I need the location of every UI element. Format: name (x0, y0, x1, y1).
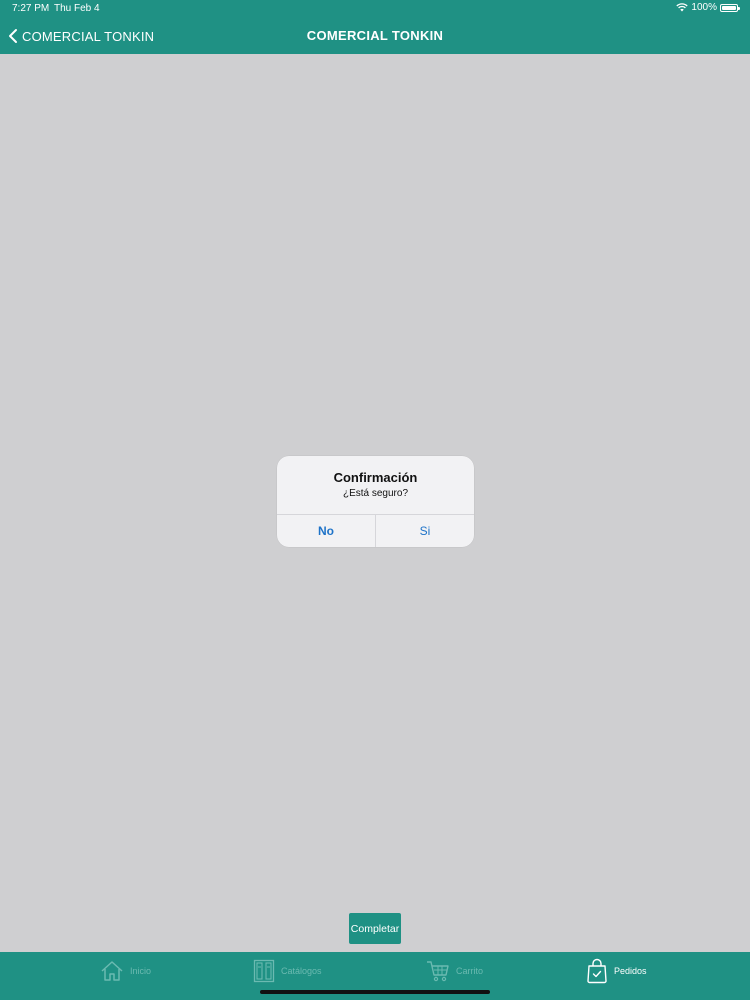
tab-label: Carrito (456, 966, 484, 976)
shopping-bag-icon (587, 958, 607, 984)
status-date: Thu Feb 4 (54, 3, 100, 14)
cart-icon (427, 961, 449, 982)
status-time: 7:27 PM (12, 3, 50, 14)
home-icon (101, 961, 123, 981)
confirmation-dialog: Confirmación ¿Está seguro? No Si (277, 456, 474, 547)
tab-inicio[interactable]: Inicio (100, 958, 151, 984)
home-indicator (260, 990, 490, 994)
page-title: COMERCIAL TONKIN (306, 28, 444, 43)
wifi-icon (676, 3, 689, 12)
battery-icon (720, 3, 740, 12)
battery-percent: 100% (691, 2, 717, 13)
tab-label: Catálogos (281, 966, 322, 976)
tab-label: Inicio (130, 966, 152, 976)
tab-label: Pedidos (614, 966, 647, 976)
tab-pedidos[interactable]: Pedidos (586, 958, 647, 984)
complete-button[interactable]: Completar (349, 913, 401, 944)
status-indicators: 100% (676, 2, 740, 13)
catalog-icon (253, 959, 275, 983)
tab-catalogos[interactable]: Catálogos (253, 958, 322, 984)
no-button[interactable]: No (277, 515, 375, 547)
dialog-title: Confirmación (333, 470, 418, 485)
tab-carrito[interactable]: Carrito (426, 958, 483, 984)
navigation-bar: 7:27 PM Thu Feb 4 100% COMERCIAL TONKIN … (0, 0, 750, 54)
dialog-message: ¿Está seguro? (342, 488, 409, 499)
yes-button[interactable]: Si (376, 515, 474, 547)
